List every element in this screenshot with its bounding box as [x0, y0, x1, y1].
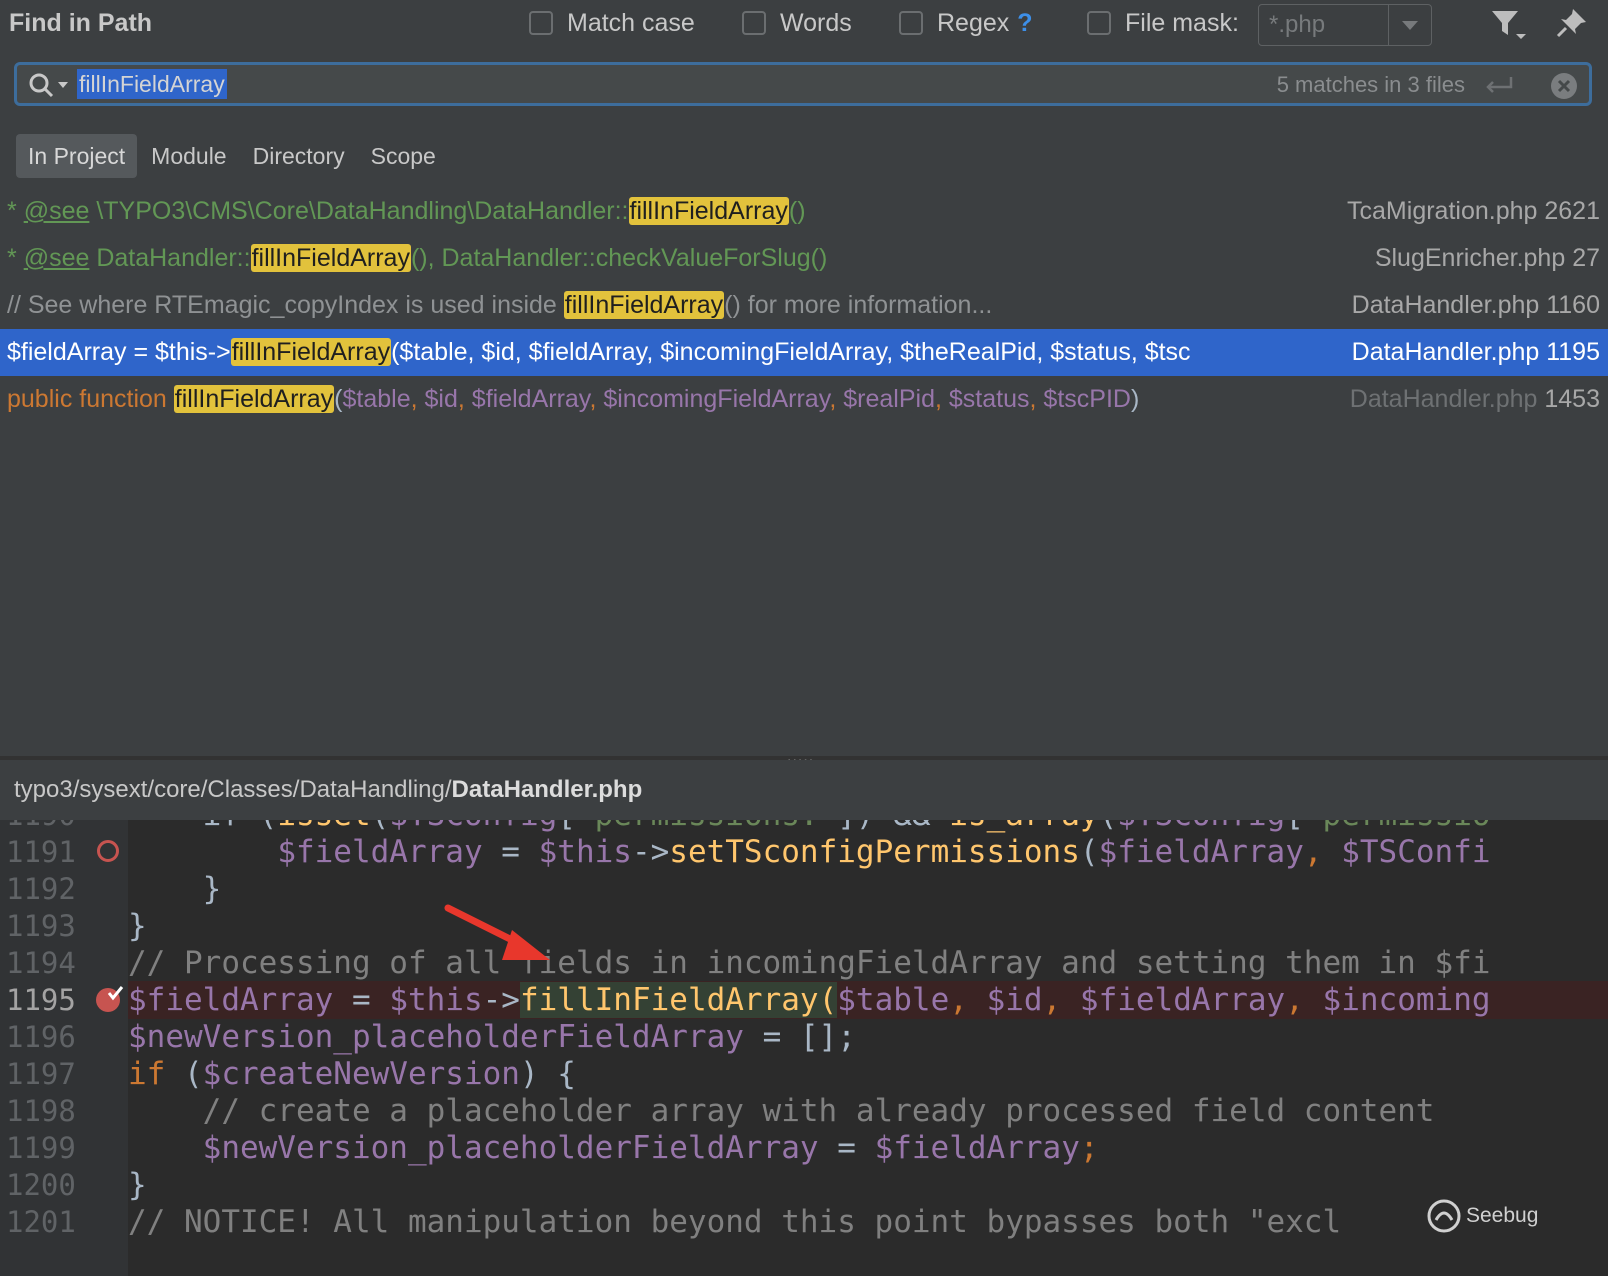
words-label: Words: [780, 8, 852, 37]
line-number: 1194: [6, 946, 76, 980]
code-line: }: [128, 871, 222, 907]
preview-file-path: typo3/sysext/core/Classes/DataHandling/D…: [0, 760, 1608, 820]
line-number: 1199: [6, 1131, 76, 1165]
annotation-arrow-icon: [444, 904, 550, 960]
filter-icon[interactable]: [1490, 8, 1530, 45]
code-lines[interactable]: if (isset($TSConfig['permissions.']) && …: [128, 820, 1608, 1276]
line-number-gutter[interactable]: 1190 1191 1192 1193 1194 1195 1196 1197 …: [0, 820, 128, 1276]
regex-option[interactable]: Regex ?: [899, 7, 1033, 39]
search-match-in-code: fillInFieldArray: [519, 982, 819, 1018]
line-number: 1196: [6, 1020, 76, 1054]
result-code: * @see DataHandler::fillInFieldArray(), …: [7, 244, 828, 272]
breakpoint-verified-icon[interactable]: [95, 984, 125, 1019]
match-highlight: fillInFieldArray: [563, 291, 725, 319]
watermark: Seebug: [1426, 1198, 1538, 1234]
see-link[interactable]: @see: [24, 197, 90, 225]
file-mask-select[interactable]: *.php: [1258, 4, 1432, 46]
result-row[interactable]: // See where RTEmagic_copyIndex is used …: [0, 282, 1608, 329]
result-file: SlugEnricher.php 27: [1368, 235, 1600, 282]
scope-tabs: In Project Module Directory Scope: [16, 134, 450, 178]
result-row[interactable]: * @see DataHandler::fillInFieldArray(), …: [0, 235, 1608, 282]
line-number: 1201: [6, 1205, 76, 1239]
file-mask-value: *.php: [1269, 11, 1326, 38]
file-mask-checkbox[interactable]: [1087, 11, 1111, 35]
result-file: TcaMigration.php 2621: [1341, 188, 1600, 235]
code-line: }: [128, 908, 147, 944]
code-line: }: [128, 1167, 147, 1203]
result-code: // See where RTEmagic_copyIndex is used …: [7, 291, 993, 319]
result-row-selected[interactable]: $fieldArray = $this->fillInFieldArray($t…: [0, 329, 1608, 376]
result-code: $fieldArray = $this->fillInFieldArray($t…: [7, 338, 1191, 366]
line-number: 1198: [6, 1094, 76, 1128]
code-line: $fieldArray = $this->setTSconfigPermissi…: [277, 834, 1491, 870]
line-number: 1193: [6, 909, 76, 943]
code-line: $newVersion_placeholderFieldArray = [];: [128, 1019, 856, 1055]
seebug-logo-icon: [1427, 1199, 1461, 1233]
regex-checkbox[interactable]: [899, 11, 923, 35]
chevron-down-icon[interactable]: [1388, 5, 1431, 45]
clear-icon[interactable]: [1549, 71, 1579, 106]
match-case-checkbox[interactable]: [529, 11, 553, 35]
enter-icon[interactable]: [1483, 73, 1515, 102]
code-preview[interactable]: 1190 1191 1192 1193 1194 1195 1196 1197 …: [0, 820, 1608, 1276]
result-code: * @see \TYPO3\CMS\Core\DataHandling\Data…: [7, 197, 806, 225]
words-option[interactable]: Words: [742, 7, 852, 39]
result-code: public function fillInFieldArray($table,…: [7, 385, 1140, 413]
code-line-current: $fieldArray = $this->fillInFieldArray($t…: [128, 981, 1608, 1019]
match-count: 5 matches in 3 files: [1276, 72, 1465, 97]
regex-help-icon[interactable]: ?: [1017, 9, 1032, 38]
dialog-title: Find in Path: [9, 9, 153, 37]
line-number: 1191: [6, 835, 76, 869]
line-number: 1197: [6, 1057, 76, 1091]
match-highlight: fillInFieldArray: [173, 385, 335, 413]
pin-icon[interactable]: [1555, 6, 1589, 45]
match-case-label: Match case: [567, 8, 695, 37]
result-file: DataHandler.php 1453: [1343, 376, 1600, 423]
tab-in-project[interactable]: In Project: [16, 134, 138, 178]
code-line: if (isset($TSConfig['permissions.']) && …: [128, 820, 1608, 834]
breakpoint-disabled-icon[interactable]: [97, 840, 119, 862]
match-highlight: fillInFieldArray: [230, 338, 392, 366]
search-field[interactable]: fillInFieldArray 5 matches in 3 files: [14, 62, 1592, 106]
code-line-comment: // Processing of all fields in incomingF…: [128, 945, 1491, 981]
line-number: 1192: [6, 872, 76, 906]
tab-scope[interactable]: Scope: [359, 134, 448, 178]
line-number: 1200: [6, 1168, 76, 1202]
file-mask-label: File mask:: [1125, 8, 1239, 37]
result-file: DataHandler.php 1160: [1345, 282, 1600, 329]
match-highlight: fillInFieldArray: [628, 197, 789, 225]
result-file: DataHandler.php 1195: [1345, 329, 1600, 376]
code-line: if ($createNewVersion) {: [128, 1056, 576, 1092]
find-in-path-header: Find in Path Match case Words Regex ? Fi…: [0, 0, 1608, 48]
tab-module[interactable]: Module: [139, 134, 238, 178]
code-line-comment: // NOTICE! All manipulation beyond this …: [128, 1204, 1342, 1240]
search-icon[interactable]: [27, 71, 73, 106]
code-line: $newVersion_placeholderFieldArray = $fie…: [202, 1130, 1099, 1166]
search-input[interactable]: fillInFieldArray: [77, 69, 227, 99]
line-number-current: 1195: [6, 983, 76, 1017]
result-row[interactable]: * @see \TYPO3\CMS\Core\DataHandling\Data…: [0, 188, 1608, 235]
file-mask-option[interactable]: File mask:: [1087, 7, 1239, 39]
code-line-comment: // create a placeholder array with alrea…: [128, 1093, 1435, 1129]
words-checkbox[interactable]: [742, 11, 766, 35]
see-link[interactable]: @see: [24, 244, 90, 272]
results-list: * @see \TYPO3\CMS\Core\DataHandling\Data…: [0, 188, 1608, 423]
line-number: 1190: [6, 820, 76, 834]
result-row[interactable]: public function fillInFieldArray($table,…: [0, 376, 1608, 423]
match-highlight: fillInFieldArray: [250, 244, 411, 272]
tab-directory[interactable]: Directory: [241, 134, 357, 178]
match-case-option[interactable]: Match case: [529, 7, 695, 39]
watermark-text: Seebug: [1466, 1204, 1539, 1227]
preview-file-name: DataHandler.php: [451, 776, 643, 803]
regex-label: Regex: [937, 8, 1010, 37]
